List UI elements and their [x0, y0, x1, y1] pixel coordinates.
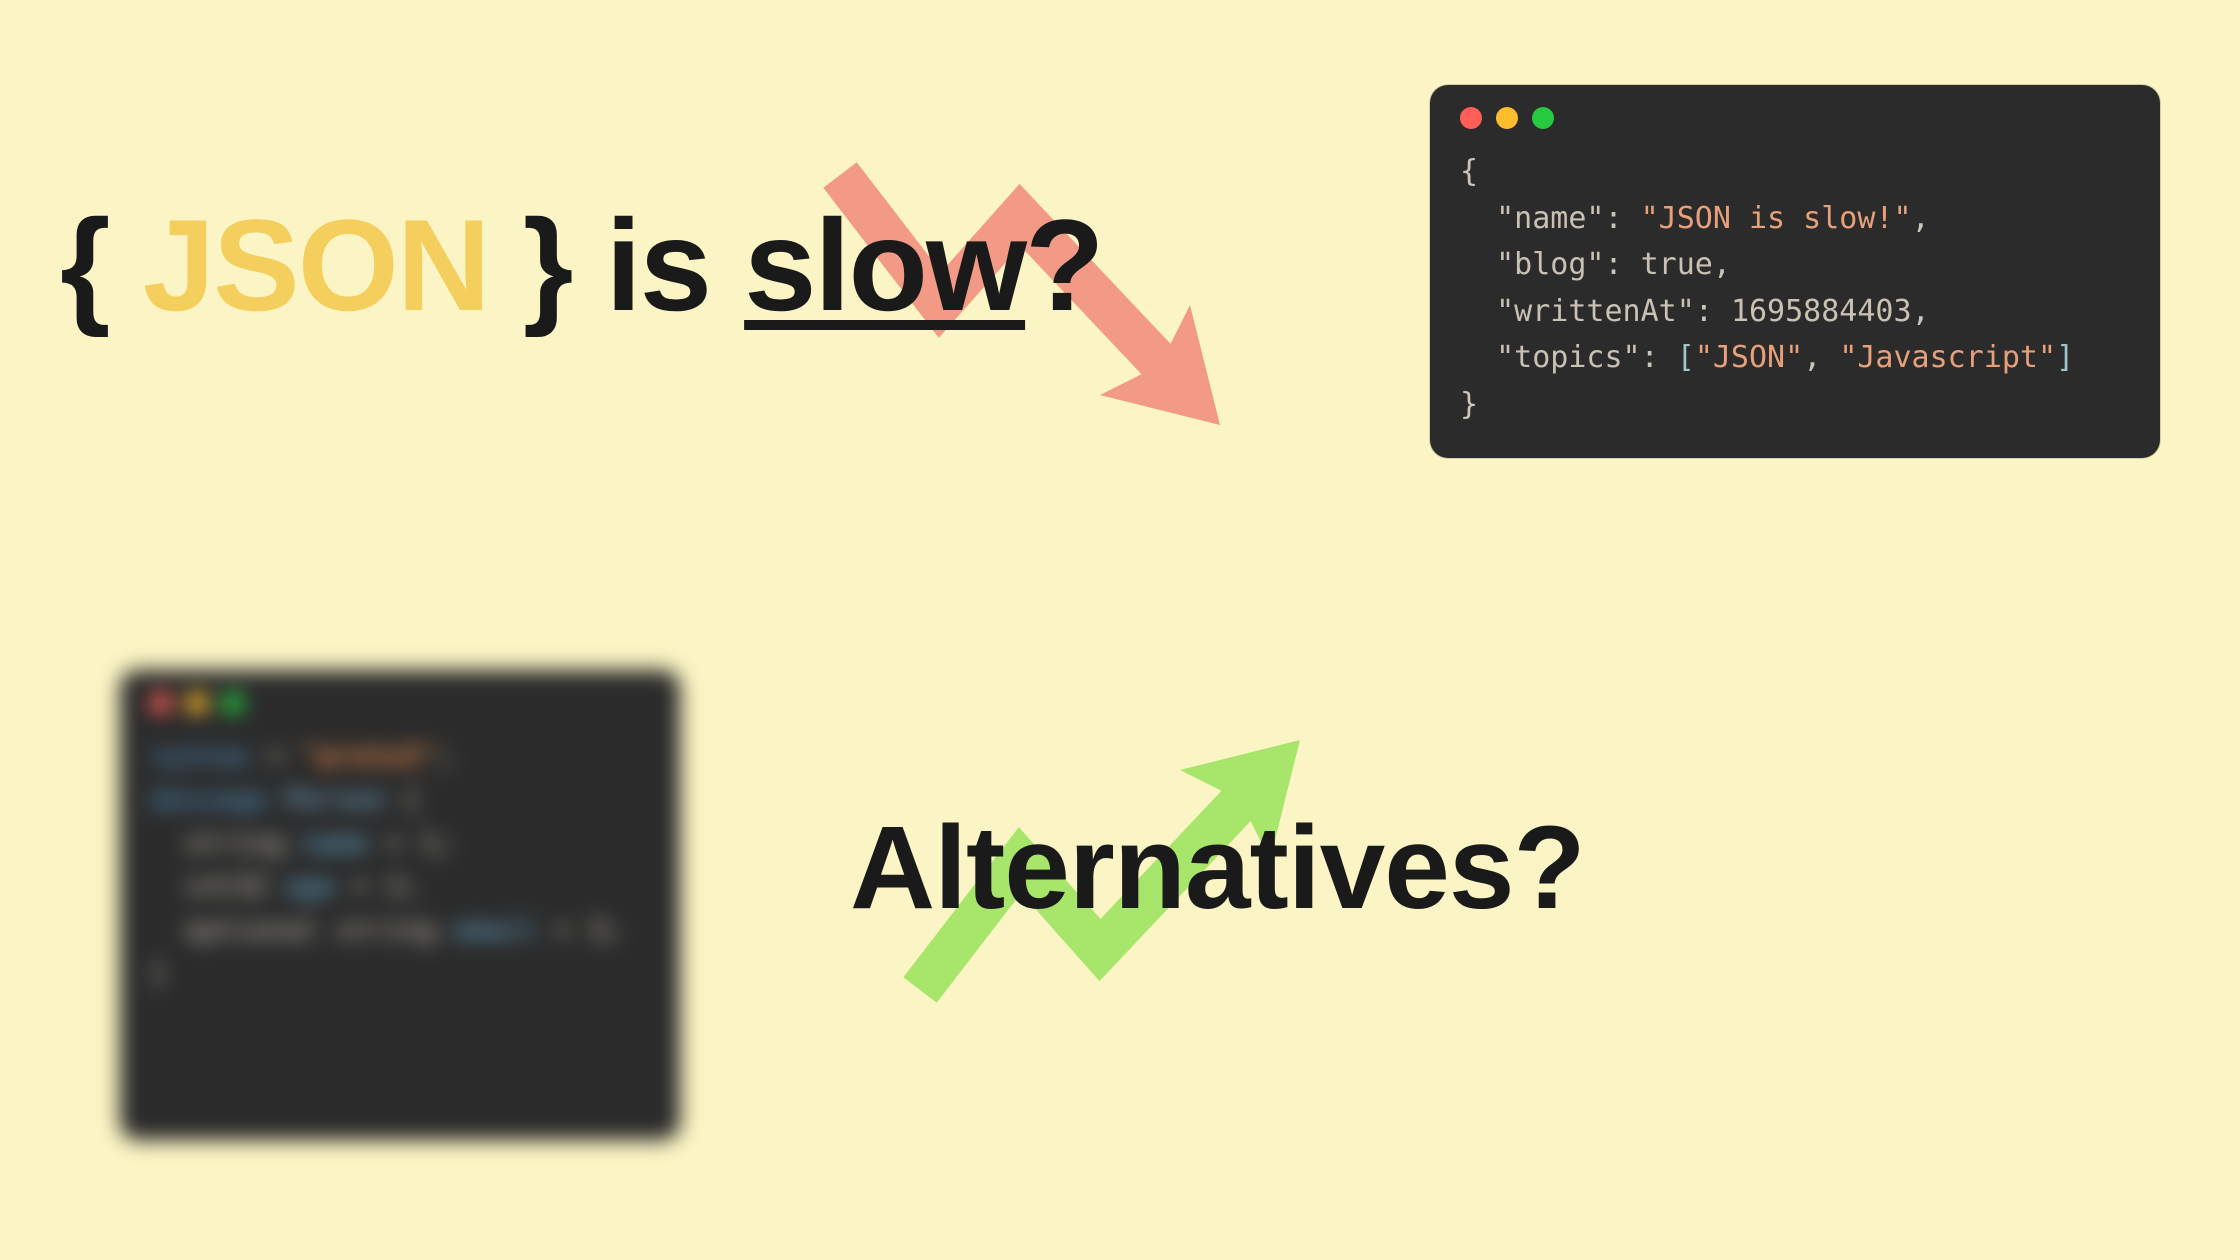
- question-mark: ?: [1025, 192, 1102, 338]
- code-token: true: [1641, 247, 1713, 282]
- code-token: =: [251, 739, 302, 772]
- code-token: email: [453, 913, 537, 946]
- code-token: ;: [437, 739, 454, 772]
- is-word: is: [606, 192, 710, 338]
- code-token: = 2;: [335, 869, 419, 902]
- code-token: "topics": [1496, 340, 1641, 375]
- json-word: JSON: [143, 192, 489, 338]
- code-token: optional string: [150, 913, 453, 946]
- code-token: syntax: [150, 739, 251, 772]
- close-dot-icon: [150, 692, 172, 714]
- slow-word: slow: [744, 192, 1025, 338]
- code-token: message: [150, 782, 268, 815]
- code-token: "blog": [1496, 247, 1604, 282]
- code-token: "JSON is slow!": [1641, 201, 1912, 236]
- code-token: "Javascript": [1839, 340, 2056, 375]
- brace-close: }: [523, 192, 572, 338]
- code-token: = 1;: [369, 826, 453, 859]
- window-controls: [1460, 107, 2130, 129]
- code-token: age: [285, 869, 336, 902]
- code-token: {: [403, 782, 420, 815]
- json-code: { "name": "JSON is slow!", "blog": true,…: [1460, 149, 2130, 428]
- code-token: int32: [150, 869, 285, 902]
- proto-code-window: syntax = "proto3"; message Person { stri…: [120, 670, 680, 1140]
- proto-code: syntax = "proto3"; message Person { stri…: [150, 734, 650, 994]
- code-token: [: [1677, 340, 1695, 375]
- minimize-dot-icon: [1496, 107, 1518, 129]
- code-token: ]: [2056, 340, 2074, 375]
- brace-open: {: [60, 192, 109, 338]
- window-controls: [150, 692, 650, 714]
- zoom-dot-icon: [222, 692, 244, 714]
- code-token: "name": [1496, 201, 1604, 236]
- json-code-window: { "name": "JSON is slow!", "blog": true,…: [1430, 85, 2160, 458]
- minimize-dot-icon: [186, 692, 208, 714]
- alternatives-heading: Alternatives?: [850, 800, 1585, 936]
- code-token: "JSON": [1695, 340, 1803, 375]
- code-token: Person: [268, 782, 403, 815]
- code-token: {: [1460, 154, 1478, 189]
- code-token: 1695884403: [1731, 294, 1912, 329]
- zoom-dot-icon: [1532, 107, 1554, 129]
- close-dot-icon: [1460, 107, 1482, 129]
- code-token: "proto3": [302, 739, 437, 772]
- code-token: string: [150, 826, 302, 859]
- code-token: }: [1460, 387, 1478, 422]
- code-token: "writtenAt": [1496, 294, 1695, 329]
- code-token: name: [302, 826, 369, 859]
- code-token: }: [150, 956, 167, 989]
- headline: { JSON } is slow?: [60, 190, 1103, 340]
- code-token: = 3;: [538, 913, 622, 946]
